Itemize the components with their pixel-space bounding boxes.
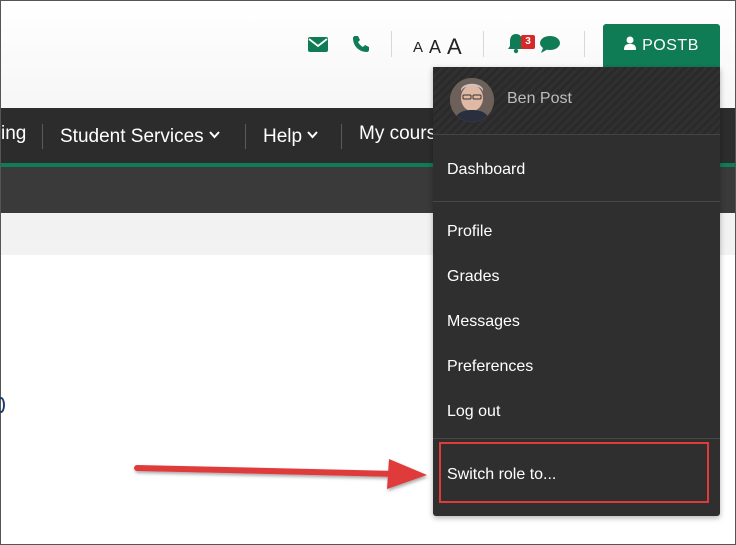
menu-item-dashboard[interactable]: Dashboard [447,161,525,179]
nav-item-my-courses[interactable]: My cours [359,123,436,145]
menu-item-preferences[interactable]: Preferences [447,358,533,376]
avatar [450,78,494,122]
nav-item-label: Student Services [60,126,204,147]
user-menu-button[interactable]: POSTB [603,24,720,67]
highlight-box [439,442,709,503]
text-size-small-button[interactable]: A [413,39,423,56]
nav-item-help[interactable]: Help [263,123,318,148]
phone-icon[interactable] [351,34,371,59]
header-divider [391,31,392,57]
menu-item-profile[interactable]: Profile [447,223,492,241]
nav-item-student-services[interactable]: Student Services [60,123,220,148]
nav-divider [341,124,342,149]
user-menu-label: POSTB [642,36,699,54]
nav-item-truncated[interactable]: ing [1,123,26,145]
menu-divider [433,201,720,202]
mail-icon[interactable] [307,34,329,59]
text-size-medium-button[interactable]: A [429,37,441,58]
menu-item-grades[interactable]: Grades [447,268,499,286]
chevron-down-icon [208,123,220,145]
notification-count-badge: 3 [521,35,535,49]
user-name: Ben Post [507,90,572,107]
chevron-down-icon [307,123,318,145]
nav-item-label: Help [263,126,303,147]
header-divider [584,31,585,57]
user-icon [624,36,637,55]
content-fragment [0,397,5,413]
menu-divider [433,438,720,439]
nav-divider [245,124,246,149]
text-size-large-button[interactable]: A [447,34,462,60]
header-divider [483,31,484,57]
pointer-arrow [134,459,427,489]
nav-divider [42,124,43,149]
menu-item-messages[interactable]: Messages [447,313,520,331]
menu-item-log-out[interactable]: Log out [447,403,500,421]
chat-icon[interactable] [539,35,561,60]
